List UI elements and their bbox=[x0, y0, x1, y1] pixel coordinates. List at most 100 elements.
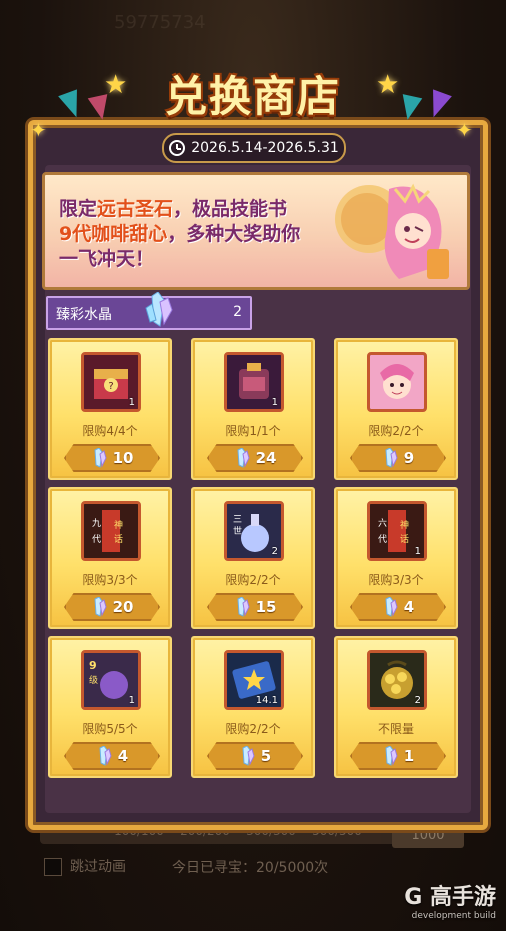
price-value: 4 bbox=[117, 747, 129, 765]
level-nine-item-icon: 9 级 1 bbox=[81, 650, 141, 710]
shop-item-card[interactable]: ? 1 限购4/4个 10 bbox=[48, 338, 172, 480]
skip-animation-label: 跳过动画 bbox=[70, 859, 126, 875]
price-value: 20 bbox=[112, 598, 134, 616]
item-quantity: 1 bbox=[128, 397, 135, 408]
title-wrap: 兑换商店 bbox=[98, 58, 408, 128]
price-value: 10 bbox=[112, 449, 134, 467]
purchase-limit: 限购2/2个 bbox=[368, 424, 424, 438]
purchase-limit: 限购4/4个 bbox=[82, 424, 138, 438]
price-button[interactable]: 1 bbox=[350, 742, 446, 770]
crystal-icon bbox=[94, 597, 107, 617]
svg-text:话: 话 bbox=[400, 533, 409, 545]
svg-text:?: ? bbox=[108, 381, 113, 392]
svg-text:世: 世 bbox=[233, 525, 242, 537]
banner-highlight-1: 远古圣石 bbox=[97, 198, 174, 220]
price-button[interactable]: 24 bbox=[207, 444, 303, 472]
purchase-limit: 不限量 bbox=[377, 722, 414, 736]
watermark-brand: G 高手游 bbox=[404, 885, 496, 910]
item-quantity: 1 bbox=[414, 546, 421, 557]
background-number: 59775734 bbox=[114, 12, 206, 33]
price-button[interactable]: 15 bbox=[207, 593, 303, 621]
item-quantity: 2 bbox=[271, 546, 278, 557]
banner-prefix: 限定 bbox=[59, 198, 98, 220]
page-title: 兑换商店 bbox=[164, 71, 341, 121]
banner-line3: 一飞冲天！ bbox=[59, 248, 155, 270]
crystal-icon bbox=[94, 448, 107, 468]
shop-item-card[interactable]: 2 不限量 1 bbox=[334, 636, 458, 778]
banner-line2-rest: ，多种大奖助你 bbox=[167, 223, 301, 245]
price-value: 24 bbox=[255, 449, 277, 467]
character-illustration-icon bbox=[335, 183, 449, 279]
purchase-limit: 限购5/5个 bbox=[82, 722, 138, 736]
crystal-icon bbox=[385, 597, 398, 617]
purchase-limit: 限购1/1个 bbox=[225, 424, 281, 438]
item-quantity: 14.1 bbox=[255, 695, 278, 706]
currency-label: 臻彩水晶 bbox=[56, 307, 112, 323]
shop-item-card[interactable]: 三世 2 限购2/2个 15 bbox=[191, 487, 315, 629]
item-quantity: 1 bbox=[128, 695, 135, 706]
clock-icon bbox=[169, 140, 186, 156]
svg-text:神: 神 bbox=[114, 519, 123, 531]
svg-text:代: 代 bbox=[92, 534, 101, 545]
purchase-limit: 限购2/2个 bbox=[225, 573, 281, 587]
shop-item-card[interactable]: 1 限购1/1个 24 bbox=[191, 338, 315, 480]
price-button[interactable]: 10 bbox=[64, 444, 160, 472]
date-range: 2026.5.14-2026.5.31 bbox=[162, 133, 346, 163]
shop-item-card[interactable]: 14.1 限购2/2个 5 bbox=[191, 636, 315, 778]
price-button[interactable]: 4 bbox=[350, 593, 446, 621]
item-quantity: 1 bbox=[271, 397, 278, 408]
shop-item-card[interactable]: 九代 神话限购3/3个 20 bbox=[48, 487, 172, 629]
hero-portrait-icon bbox=[367, 352, 427, 412]
today-count: 今日已寻宝：20/5000次 bbox=[172, 860, 329, 876]
price-button[interactable]: 20 bbox=[64, 593, 160, 621]
watermark: G 高手游 development build bbox=[404, 879, 496, 921]
date-range-text: 2026.5.14-2026.5.31 bbox=[191, 140, 339, 156]
shop-item-card[interactable]: 六代 神话 1 限购3/3个 4 bbox=[334, 487, 458, 629]
price-value: 4 bbox=[403, 598, 415, 616]
price-value: 5 bbox=[260, 747, 272, 765]
svg-text:神: 神 bbox=[400, 519, 409, 531]
crystal-icon bbox=[145, 292, 173, 327]
svg-text:话: 话 bbox=[114, 533, 123, 545]
watermark-sub: development build bbox=[411, 911, 496, 921]
crystal-icon bbox=[99, 746, 112, 766]
checkbox-icon[interactable] bbox=[44, 858, 62, 876]
svg-text:代: 代 bbox=[378, 534, 387, 545]
crystal-icon bbox=[385, 746, 398, 766]
purchase-limit: 限购3/3个 bbox=[368, 573, 424, 587]
treasure-chest-icon: ? 1 bbox=[81, 352, 141, 412]
price-button[interactable]: 5 bbox=[207, 742, 303, 770]
promo-banner[interactable]: 限定远古圣石，极品技能书 9代咖啡甜心，多种大奖助你 一飞冲天！ bbox=[42, 172, 470, 290]
scroll-six-icon: 六代 神话1 bbox=[367, 501, 427, 561]
banner-text: 限定远古圣石，极品技能书 9代咖啡甜心，多种大奖助你 一飞冲天！ bbox=[59, 197, 349, 272]
potion-icon: 三世 2 bbox=[224, 501, 284, 561]
star-icon: ✦ bbox=[456, 118, 473, 142]
svg-text:9: 9 bbox=[89, 659, 97, 672]
skill-bag-icon: 1 bbox=[224, 352, 284, 412]
shop-item-card[interactable]: 9 级 1 限购5/5个 4 bbox=[48, 636, 172, 778]
price-button[interactable]: 9 bbox=[350, 444, 446, 472]
price-value: 1 bbox=[403, 747, 415, 765]
currency-value: 2 bbox=[233, 304, 242, 320]
svg-text:九: 九 bbox=[92, 518, 101, 529]
scroll-nine-icon: 九代 神话 bbox=[81, 501, 141, 561]
purchase-limit: 限购3/3个 bbox=[82, 573, 138, 587]
purchase-limit: 限购2/2个 bbox=[225, 722, 281, 736]
skip-animation-toggle[interactable]: 跳过动画 bbox=[44, 856, 126, 876]
item-quantity: 2 bbox=[414, 695, 421, 706]
crystal-icon bbox=[242, 746, 255, 766]
svg-text:级: 级 bbox=[89, 674, 98, 686]
svg-text:三: 三 bbox=[233, 515, 242, 525]
gold-coin-bag-icon: 2 bbox=[367, 650, 427, 710]
crystal-icon bbox=[385, 448, 398, 468]
banner-highlight-2: 9代咖啡甜心 bbox=[59, 223, 168, 245]
price-button[interactable]: 4 bbox=[64, 742, 160, 770]
shop-item-card[interactable]: 限购2/2个 9 bbox=[334, 338, 458, 480]
star-icon: ✦ bbox=[30, 118, 47, 142]
price-value: 9 bbox=[403, 449, 415, 467]
svg-text:六: 六 bbox=[378, 517, 387, 529]
currency-bar: 臻彩水晶 2 bbox=[46, 292, 252, 330]
price-value: 15 bbox=[255, 598, 277, 616]
banner-mid: ，极品技能书 bbox=[173, 198, 288, 220]
crystal-icon bbox=[237, 448, 250, 468]
